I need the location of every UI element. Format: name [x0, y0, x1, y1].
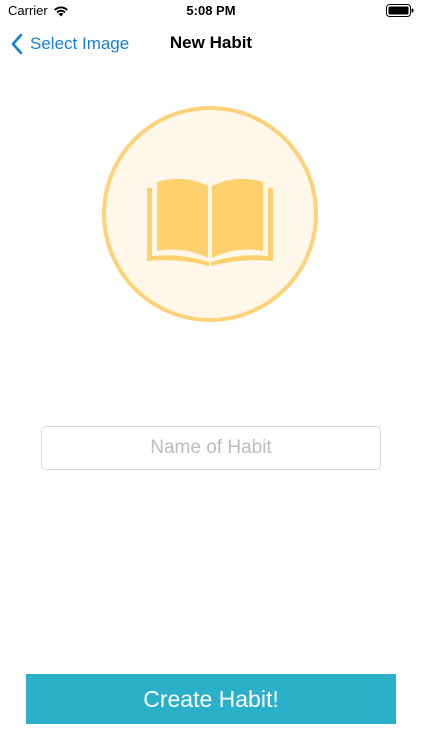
- create-habit-button[interactable]: Create Habit!: [26, 674, 396, 724]
- book-icon: [147, 178, 273, 266]
- status-time: 5:08 PM: [186, 3, 236, 18]
- status-bar: Carrier 5:08 PM: [0, 0, 422, 22]
- chevron-left-icon: [11, 33, 23, 55]
- habit-image[interactable]: [102, 106, 318, 322]
- page-title: New Habit: [169, 33, 253, 52]
- back-button[interactable]: Select Image: [10, 30, 129, 58]
- create-habit-button-label: Create Habit!: [143, 685, 279, 712]
- navigation-bar: Select Image New Habit: [0, 22, 422, 66]
- habit-name-input[interactable]: [41, 426, 381, 470]
- battery-icon: [386, 4, 414, 17]
- back-button-label: Select Image: [30, 34, 130, 53]
